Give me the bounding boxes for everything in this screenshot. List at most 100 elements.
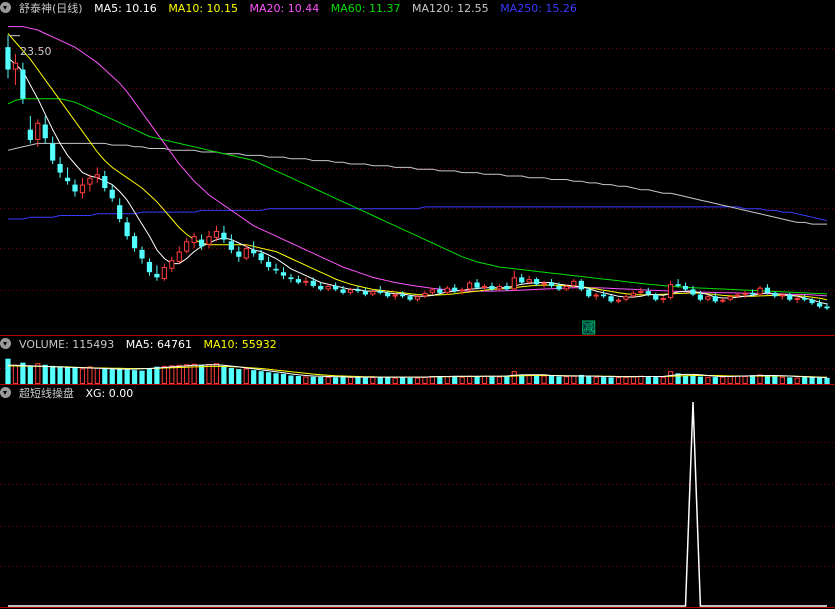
volume-bar xyxy=(139,370,145,384)
candle-body xyxy=(146,261,153,273)
collapse-toggle-icon[interactable] xyxy=(0,2,11,13)
collapse-toggle-icon[interactable] xyxy=(0,338,11,349)
vol-ma5-label: MA5: 64761 xyxy=(125,338,192,351)
candle-body xyxy=(169,260,175,269)
candle-body xyxy=(772,292,778,297)
volume-bar xyxy=(749,375,756,384)
volume-bar xyxy=(42,364,48,384)
candle-body xyxy=(176,251,182,262)
ma20-label: MA20: 10.44 xyxy=(249,2,320,15)
candle-body xyxy=(705,296,711,300)
volume-bar xyxy=(712,377,718,384)
volume-bar xyxy=(347,376,354,384)
candle-body xyxy=(586,289,592,297)
candle-body xyxy=(42,124,48,139)
candle-body xyxy=(749,292,756,295)
volume-bar xyxy=(206,364,212,384)
candle-body xyxy=(64,177,71,182)
volume-bar xyxy=(5,358,11,384)
candle-body xyxy=(79,184,86,194)
volume-bar xyxy=(325,376,331,384)
candle-body xyxy=(615,299,622,302)
ma120-line xyxy=(7,142,827,225)
volume-bar xyxy=(258,371,264,384)
candle-body xyxy=(198,239,205,247)
candle-body xyxy=(303,280,309,283)
volume-bar xyxy=(87,366,93,384)
volume-bar xyxy=(377,376,383,384)
candle-body xyxy=(474,282,480,288)
volume-bar xyxy=(496,376,503,384)
volume-bar xyxy=(154,366,160,384)
candle-body xyxy=(161,267,167,280)
volume-bar xyxy=(392,377,398,385)
volume-bar xyxy=(727,376,733,384)
volume-bar xyxy=(779,376,785,384)
volume-bar xyxy=(593,376,599,384)
volume-bar xyxy=(467,375,473,385)
candle-body xyxy=(429,289,435,293)
candle-body xyxy=(437,289,443,293)
volume-bar xyxy=(742,376,748,384)
ma10-label: MA10: 10.15 xyxy=(168,2,239,15)
volume-bar xyxy=(630,376,637,384)
ma60-label: MA60: 11.37 xyxy=(330,2,401,15)
candle-body xyxy=(764,287,771,293)
candle-body xyxy=(668,284,674,298)
volume-bar xyxy=(787,377,793,384)
candle-body xyxy=(645,291,651,295)
volume-bar xyxy=(295,376,301,384)
volume-bar xyxy=(705,376,711,384)
volume-bar xyxy=(340,377,346,384)
volume-bar xyxy=(243,368,249,384)
candle-body xyxy=(12,62,19,70)
candle-body xyxy=(727,296,733,300)
candle-body xyxy=(794,297,800,300)
volume-bar xyxy=(764,375,771,384)
volume-bar xyxy=(615,377,622,385)
candle-body xyxy=(489,285,495,290)
volume-bar xyxy=(459,376,465,384)
volume-bar xyxy=(94,367,100,385)
volume-bar xyxy=(772,376,778,384)
candle-body xyxy=(87,177,93,185)
volume-bar xyxy=(79,368,86,384)
volume-bar xyxy=(697,376,704,384)
candle-body xyxy=(310,280,316,286)
volume-bar xyxy=(251,370,257,384)
volume-bar xyxy=(526,375,532,385)
candle-body xyxy=(362,291,368,295)
candle-body xyxy=(221,232,227,240)
candle-body xyxy=(139,249,145,259)
collapse-toggle-icon[interactable] xyxy=(0,387,11,398)
candle-body xyxy=(630,292,637,297)
candle-body xyxy=(154,273,160,278)
candle-body xyxy=(757,287,763,295)
candle-body xyxy=(377,291,383,293)
candle-body xyxy=(5,47,11,70)
volume-bar xyxy=(117,368,123,384)
candle-body xyxy=(109,189,115,199)
high-price-label: 23.50 xyxy=(20,45,52,58)
ma250-label: MA250: 15.26 xyxy=(500,2,577,15)
candle-body xyxy=(660,297,666,300)
volume-bar xyxy=(109,369,115,384)
ma60-line xyxy=(7,98,828,295)
candle-body xyxy=(347,289,354,293)
candle-body xyxy=(563,285,570,290)
candle-body xyxy=(400,294,406,297)
volume-bar xyxy=(27,365,33,384)
indicator-panel-header: 超短线操盘 XG: 0.00 xyxy=(0,386,141,402)
ma20-line xyxy=(8,26,828,297)
volume-bar xyxy=(563,376,570,384)
candle-body xyxy=(824,306,830,309)
candle-body xyxy=(422,292,428,297)
candle-body xyxy=(608,296,614,302)
candle-body xyxy=(816,303,823,307)
volume-bar xyxy=(146,368,153,384)
volume-bar xyxy=(816,377,823,384)
main-panel-header: 舒泰神(日线) MA5: 10.16 MA10: 10.15 MA20: 10.… xyxy=(0,1,585,17)
volume-bar xyxy=(102,368,108,384)
volume-bar xyxy=(586,376,592,384)
candle-body xyxy=(779,294,785,297)
